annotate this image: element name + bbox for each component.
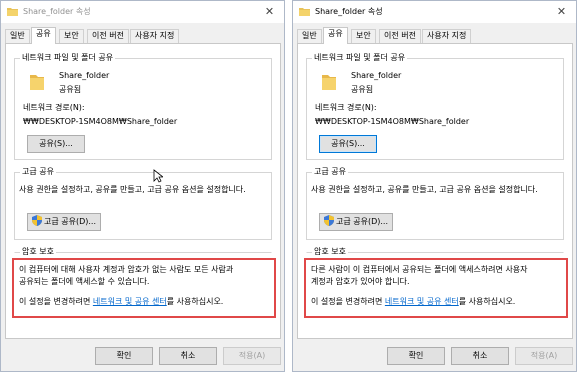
tab-general[interactable]: 일반 [5, 29, 30, 43]
cancel-button[interactable]: 취소 [159, 347, 217, 365]
apply-button[interactable]: 적용(A) [515, 347, 573, 365]
ok-button[interactable]: 확인 [387, 347, 445, 365]
advanced-share-button[interactable]: 고급 공유(D)... [27, 213, 101, 231]
folder-icon [30, 75, 44, 90]
mouse-cursor-icon [153, 169, 163, 183]
tab-security[interactable]: 보안 [59, 29, 84, 43]
group-label: 네트워크 파일 및 폴더 공유 [20, 53, 116, 63]
highlight-box [304, 258, 568, 318]
folder-icon [322, 75, 336, 90]
advanced-share-button-label: 고급 공유(D)... [43, 217, 96, 226]
folder-status: 공유됨 [59, 85, 82, 94]
cancel-button[interactable]: 취소 [451, 347, 509, 365]
group-label: 고급 공유 [312, 167, 348, 177]
tab-security[interactable]: 보안 [351, 29, 376, 43]
tab-previous-versions[interactable]: 이전 버전 [379, 29, 421, 43]
folder-status: 공유됨 [351, 85, 374, 94]
group-label: 암호 보호 [312, 247, 348, 257]
properties-window-right: Share_folder 속성 ✕ 일반 공유 보안 이전 버전 사용자 지정 … [292, 0, 577, 372]
sharing-panel: 네트워크 파일 및 폴더 공유 Share_folder 공유됨 네트워크 경로… [297, 43, 573, 339]
window-title: Share_folder 속성 [23, 7, 91, 16]
folder-icon [299, 8, 310, 16]
tab-strip: 일반 공유 보안 이전 버전 사용자 지정 [297, 27, 574, 44]
window-title: Share_folder 속성 [315, 7, 383, 16]
advanced-share-button[interactable]: 고급 공유(D)... [319, 213, 393, 231]
close-button[interactable]: ✕ [554, 4, 569, 19]
advanced-share-description: 사용 권한을 설정하고, 공유를 만들고, 고급 공유 옵션을 설정합니다. [19, 185, 246, 194]
folder-name: Share_folder [59, 71, 110, 80]
network-path-value: ₩₩DESKTOP-1SM4O8M₩Share_folder [23, 117, 178, 126]
network-path-label: 네트워크 경로(N): [315, 103, 377, 112]
group-label: 고급 공유 [20, 167, 56, 177]
advanced-share-description: 사용 권한을 설정하고, 공유를 만들고, 고급 공유 옵션을 설정합니다. [311, 185, 538, 194]
title-bar[interactable]: Share_folder 속성 ✕ [293, 1, 576, 23]
properties-window-left: Share_folder 속성 ✕ 일반 공유 보안 이전 버전 사용자 지정 … [0, 0, 285, 372]
network-path-value: ₩₩DESKTOP-1SM4O8M₩Share_folder [315, 117, 470, 126]
share-button[interactable]: 공유(S)... [319, 135, 377, 153]
advanced-share-group: 고급 공유 사용 권한을 설정하고, 공유를 만들고, 고급 공유 옵션을 설정… [14, 167, 272, 240]
tab-previous-versions[interactable]: 이전 버전 [87, 29, 129, 43]
folder-name: Share_folder [351, 71, 402, 80]
group-label: 네트워크 파일 및 폴더 공유 [312, 53, 408, 63]
ok-button[interactable]: 확인 [95, 347, 153, 365]
highlight-box [12, 258, 276, 318]
share-button[interactable]: 공유(S)... [27, 135, 85, 153]
tab-customize[interactable]: 사용자 지정 [130, 29, 180, 43]
group-label: 암호 보호 [20, 247, 56, 257]
advanced-share-button-label: 고급 공유(D)... [335, 217, 388, 226]
tab-sharing[interactable]: 공유 [323, 27, 348, 44]
sharing-panel: 네트워크 파일 및 폴더 공유 Share_folder 공유됨 네트워크 경로… [5, 43, 281, 339]
apply-button[interactable]: 적용(A) [223, 347, 281, 365]
network-share-group: 네트워크 파일 및 폴더 공유 Share_folder 공유됨 네트워크 경로… [14, 53, 272, 160]
tab-customize[interactable]: 사용자 지정 [422, 29, 472, 43]
tab-general[interactable]: 일반 [297, 29, 322, 43]
shield-icon [323, 215, 334, 226]
tab-strip: 일반 공유 보안 이전 버전 사용자 지정 [5, 27, 282, 44]
advanced-share-group: 고급 공유 사용 권한을 설정하고, 공유를 만들고, 고급 공유 옵션을 설정… [306, 167, 564, 240]
title-bar[interactable]: Share_folder 속성 ✕ [1, 1, 284, 23]
tab-sharing[interactable]: 공유 [31, 27, 56, 44]
shield-icon [31, 215, 42, 226]
close-button[interactable]: ✕ [262, 4, 277, 19]
folder-icon [7, 8, 18, 16]
network-share-group: 네트워크 파일 및 폴더 공유 Share_folder 공유됨 네트워크 경로… [306, 53, 564, 160]
network-path-label: 네트워크 경로(N): [23, 103, 85, 112]
